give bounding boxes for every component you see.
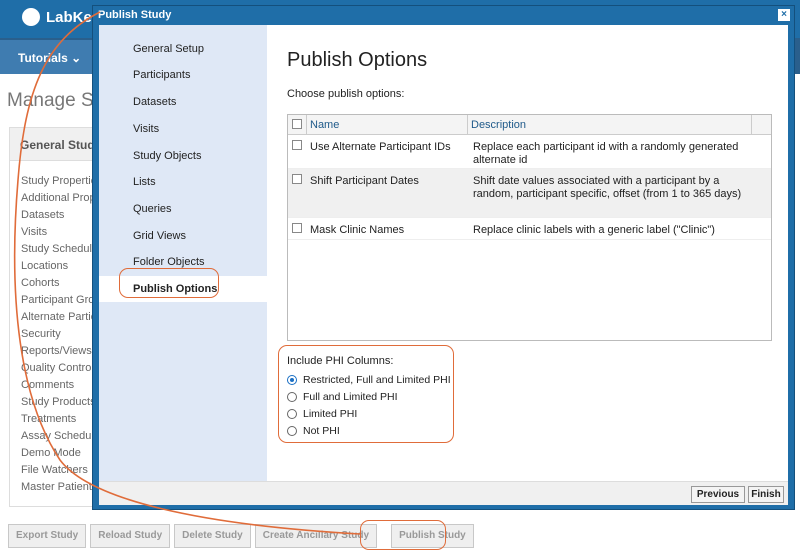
option-name: Shift Participant Dates — [310, 175, 419, 187]
settings-link[interactable]: Quality Control — [21, 362, 96, 379]
step-lists[interactable]: Lists — [99, 169, 267, 195]
settings-link[interactable]: Alternate Participant IDs — [21, 311, 96, 328]
tutorials-menu[interactable]: Tutorials ⌄ — [0, 40, 92, 74]
settings-link[interactable]: Participant Groups — [21, 294, 96, 311]
settings-link[interactable]: Locations — [21, 260, 96, 277]
table-row[interactable]: Mask Clinic Names Replace clinic labels … — [288, 218, 771, 240]
step-visits[interactable]: Visits — [99, 116, 267, 142]
table-row[interactable]: Use Alternate Participant IDs Replace ea… — [288, 135, 771, 169]
settings-link[interactable]: Security — [21, 328, 96, 345]
study-action-buttons: Export Study Reload Study Delete Study C… — [8, 524, 478, 548]
dialog-body: General Setup Participants Datasets Visi… — [99, 25, 788, 505]
create-ancillary-study-button[interactable]: Create Ancillary Study — [254, 524, 378, 548]
settings-link[interactable]: Assay Schedule — [21, 430, 96, 447]
settings-link[interactable]: Study Properties — [21, 175, 96, 192]
chevron-down-icon: ⌄ — [71, 51, 82, 65]
select-all-checkbox[interactable] — [292, 119, 302, 129]
step-general-setup[interactable]: General Setup — [99, 36, 267, 62]
settings-link[interactable]: Study Schedule — [21, 243, 96, 260]
step-folder-objects[interactable]: Folder Objects — [99, 249, 267, 275]
option-description: Replace clinic labels with a generic lab… — [473, 224, 715, 236]
option-description: Shift date values associated with a part… — [473, 175, 742, 200]
finish-button[interactable]: Finish — [748, 486, 784, 503]
tutorials-label: Tutorials — [18, 51, 68, 65]
phi-option[interactable]: Restricted, Full and Limited PHI — [287, 371, 457, 388]
settings-link[interactable]: Treatments — [21, 413, 96, 430]
panel-subheading: Choose publish options: — [287, 88, 405, 100]
phi-columns-group: Include PHI Columns: Restricted, Full an… — [287, 355, 457, 439]
phi-option-label: Not PHI — [303, 424, 340, 437]
radio-button[interactable] — [287, 408, 297, 419]
settings-link[interactable]: File Watchers — [21, 464, 96, 481]
publish-options-grid: Name Description Use Alternate Participa… — [287, 114, 772, 341]
option-name: Use Alternate Participant IDs — [310, 141, 451, 153]
step-queries[interactable]: Queries — [99, 196, 267, 222]
radio-button[interactable] — [287, 425, 297, 436]
step-datasets[interactable]: Datasets — [99, 89, 267, 115]
phi-option-label: Limited PHI — [303, 407, 358, 420]
previous-button[interactable]: Previous — [691, 486, 745, 503]
page-title: Manage Study — [7, 90, 102, 111]
settings-link[interactable]: Visits — [21, 226, 96, 243]
close-icon[interactable]: × — [778, 9, 790, 21]
phi-option[interactable]: Limited PHI — [287, 405, 457, 422]
radio-button[interactable] — [287, 391, 297, 402]
column-name[interactable]: Name — [306, 115, 468, 135]
dialog-title: Publish Study — [98, 9, 172, 21]
option-description: Replace each participant id with a rando… — [473, 141, 739, 166]
wizard-steps: General Setup Participants Datasets Visi… — [99, 25, 267, 505]
settings-link[interactable]: Demo Mode — [21, 447, 96, 464]
phi-option[interactable]: Full and Limited PHI — [287, 388, 457, 405]
panel-heading: Publish Options — [287, 49, 428, 71]
publish-options-panel: Publish Options Choose publish options: … — [267, 25, 788, 481]
settings-link[interactable]: Comments — [21, 379, 96, 396]
panel-title: General Study — [10, 128, 99, 161]
labkey-logo[interactable]: LabKey — [22, 8, 100, 26]
row-checkbox[interactable] — [292, 174, 302, 184]
column-description[interactable]: Description — [468, 115, 752, 135]
step-study-objects[interactable]: Study Objects — [99, 143, 267, 169]
reload-study-button[interactable]: Reload Study — [90, 524, 171, 548]
row-checkbox[interactable] — [292, 223, 302, 233]
row-checkbox[interactable] — [292, 140, 302, 150]
step-grid-views[interactable]: Grid Views — [99, 223, 267, 249]
delete-study-button[interactable]: Delete Study — [174, 524, 251, 548]
dialog-footer: Previous Finish — [99, 481, 788, 505]
logo-icon — [22, 8, 40, 26]
settings-link[interactable]: Study Products — [21, 396, 96, 413]
study-settings-links: Study Properties Additional Properties D… — [21, 175, 96, 498]
step-publish-options[interactable]: Publish Options — [99, 276, 267, 302]
grid-header: Name Description — [288, 115, 771, 135]
radio-button[interactable] — [287, 374, 297, 385]
option-name: Mask Clinic Names — [310, 224, 405, 236]
settings-link[interactable]: Reports/Views — [21, 345, 96, 362]
settings-link[interactable]: Additional Properties — [21, 192, 96, 209]
phi-option-label: Restricted, Full and Limited PHI — [303, 373, 451, 386]
publish-study-button[interactable]: Publish Study — [391, 524, 474, 548]
phi-option[interactable]: Not PHI — [287, 422, 457, 439]
settings-link[interactable]: Master Patient Index — [21, 481, 96, 498]
table-row[interactable]: Shift Participant Dates Shift date value… — [288, 169, 771, 218]
settings-link[interactable]: Cohorts — [21, 277, 96, 294]
step-participants[interactable]: Participants — [99, 62, 267, 88]
phi-option-label: Full and Limited PHI — [303, 390, 398, 403]
phi-label: Include PHI Columns: — [287, 355, 394, 367]
settings-link[interactable]: Datasets — [21, 209, 96, 226]
publish-study-dialog: Publish Study × General Setup Participan… — [92, 5, 795, 510]
export-study-button[interactable]: Export Study — [8, 524, 87, 548]
